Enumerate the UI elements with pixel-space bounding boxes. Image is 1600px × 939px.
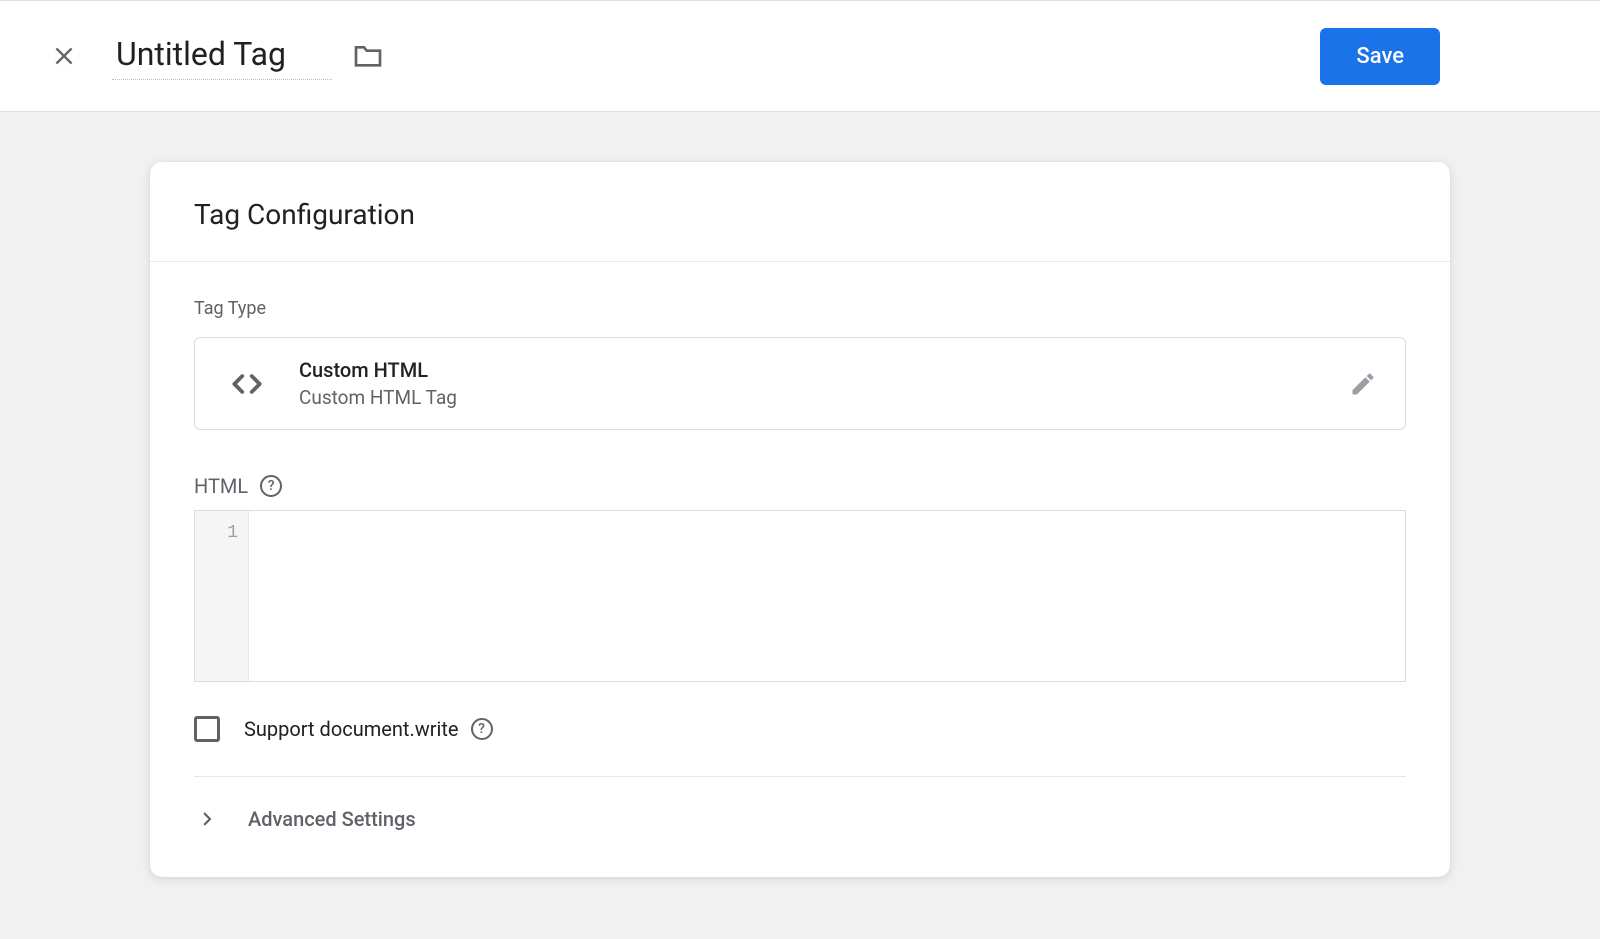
- document-write-row: Support document.write ?: [194, 716, 1406, 777]
- tag-type-text: Custom HTML Custom HTML Tag: [299, 358, 1349, 409]
- folder-icon: [352, 40, 384, 72]
- document-write-label: Support document.write: [244, 717, 459, 741]
- edit-tag-type-button[interactable]: [1349, 370, 1377, 398]
- tag-configuration-card: Tag Configuration Tag Type Custom HTML C…: [150, 162, 1450, 877]
- card-body: Tag Type Custom HTML Custom HTML Tag: [150, 262, 1450, 877]
- pencil-icon: [1349, 370, 1377, 398]
- document-write-help-button[interactable]: ?: [471, 718, 493, 740]
- topbar: Save: [0, 0, 1600, 112]
- html-help-button[interactable]: ?: [260, 475, 282, 497]
- line-number-gutter: 1: [195, 511, 249, 681]
- tag-name-input[interactable]: [112, 33, 332, 80]
- line-number: 1: [227, 523, 238, 543]
- close-button[interactable]: [40, 32, 88, 80]
- tag-type-label: Tag Type: [194, 298, 1406, 319]
- code-textarea[interactable]: [249, 511, 1405, 681]
- html-label: HTML: [194, 474, 248, 498]
- tag-type-description: Custom HTML Tag: [299, 386, 1349, 409]
- code-icon: [223, 360, 271, 408]
- help-icon: ?: [268, 478, 275, 494]
- card-title: Tag Configuration: [194, 198, 1406, 231]
- tag-type-name: Custom HTML: [299, 358, 1349, 382]
- help-icon: ?: [478, 721, 485, 737]
- advanced-settings-label: Advanced Settings: [248, 807, 416, 831]
- close-icon: [51, 43, 77, 69]
- advanced-settings-toggle[interactable]: Advanced Settings: [194, 777, 1406, 857]
- html-code-editor[interactable]: 1: [194, 510, 1406, 682]
- html-label-row: HTML ?: [194, 474, 1406, 498]
- tag-type-selector[interactable]: Custom HTML Custom HTML Tag: [194, 337, 1406, 430]
- folder-button[interactable]: [352, 40, 384, 72]
- content-area: Tag Configuration Tag Type Custom HTML C…: [0, 112, 1600, 877]
- card-header: Tag Configuration: [150, 162, 1450, 262]
- chevron-right-icon: [198, 810, 216, 828]
- document-write-checkbox[interactable]: [194, 716, 220, 742]
- save-button[interactable]: Save: [1320, 28, 1440, 85]
